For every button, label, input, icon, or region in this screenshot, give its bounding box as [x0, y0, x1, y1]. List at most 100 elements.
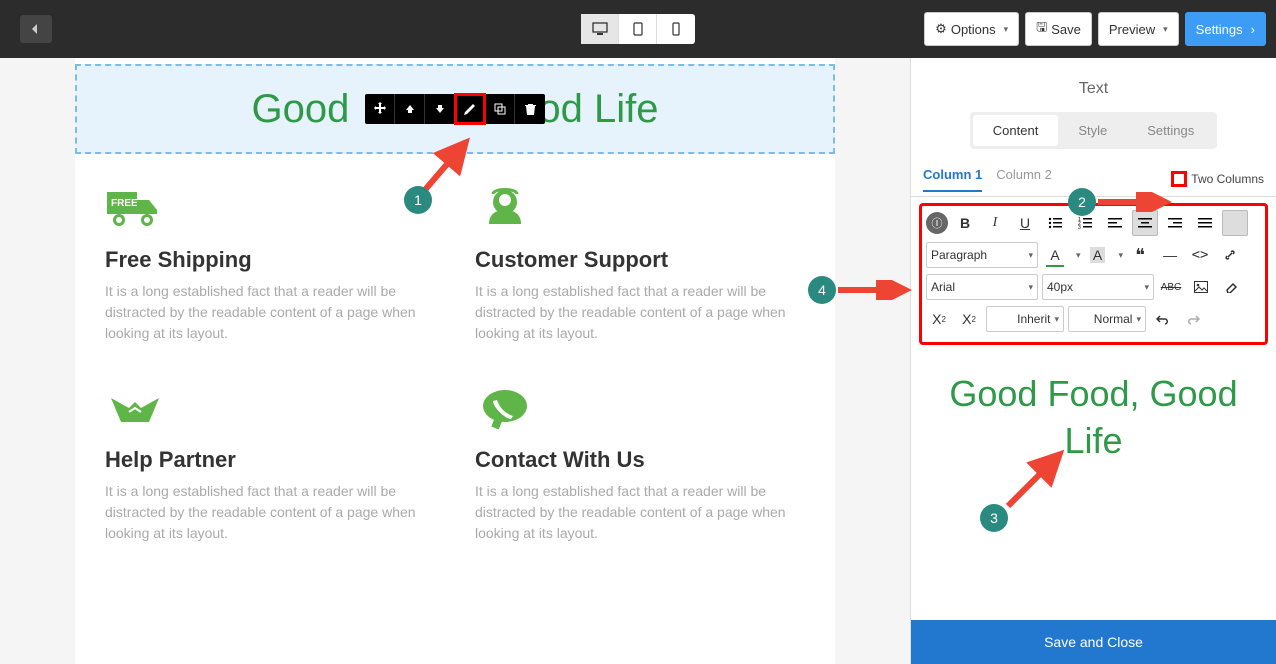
code-button[interactable]: <>: [1187, 242, 1213, 268]
redo-button[interactable]: [1180, 306, 1206, 332]
bold-button[interactable]: B: [952, 210, 978, 236]
feature-title: Customer Support: [475, 247, 805, 273]
delete-button[interactable]: [515, 94, 545, 124]
subscript-button[interactable]: X2: [926, 306, 952, 332]
topbar: ⚙ Options ▾ 🖫Save Preview ▾ Settings›: [0, 0, 1276, 58]
two-columns-checkbox[interactable]: [1171, 171, 1187, 187]
text-color-button[interactable]: A: [1042, 242, 1068, 268]
block-toolbar: [365, 94, 545, 124]
align-right-button[interactable]: [1162, 210, 1188, 236]
line-height-select[interactable]: Inherit▾: [986, 306, 1064, 332]
annotation-arrow-3: [1002, 444, 1072, 514]
feature-item: Customer Support It is a long establishe…: [475, 184, 805, 344]
clear-align-button[interactable]: [1222, 210, 1248, 236]
svg-text:3: 3: [1078, 225, 1081, 229]
preview-button[interactable]: Preview ▾: [1098, 12, 1179, 46]
tab-style[interactable]: Style: [1058, 115, 1127, 146]
superscript-button[interactable]: X2: [956, 306, 982, 332]
caret-down-icon: ▾: [1004, 24, 1009, 35]
options-label: Options: [951, 22, 996, 37]
blockquote-button[interactable]: ❝: [1127, 242, 1153, 268]
callout-2: 2: [1068, 188, 1096, 216]
highlight-color-button[interactable]: A: [1085, 242, 1111, 268]
align-left-icon: [1108, 217, 1122, 229]
back-button[interactable]: [20, 15, 52, 43]
horizontal-rule-button[interactable]: —: [1157, 242, 1183, 268]
move-icon: [373, 102, 387, 116]
caret-down-icon: ▾: [1163, 24, 1168, 35]
callout-3: 3: [980, 504, 1008, 532]
unordered-list-button[interactable]: [1042, 210, 1068, 236]
eraser-icon: [1224, 281, 1238, 293]
desktop-view-button[interactable]: [581, 14, 619, 44]
text-editor-content[interactable]: Good Food, Good Life: [911, 351, 1276, 485]
ol-icon: 123: [1078, 217, 1092, 229]
font-size-select[interactable]: 40px▾: [1042, 274, 1154, 300]
move-button[interactable]: [365, 94, 395, 124]
save-and-close-button[interactable]: Save and Close: [911, 620, 1276, 664]
arrow-left-icon: [30, 23, 42, 35]
two-columns-label: Two Columns: [1191, 172, 1264, 186]
undo-button[interactable]: [1150, 306, 1176, 332]
settings-label: Settings: [1196, 22, 1243, 37]
edit-button[interactable]: [455, 94, 485, 124]
feature-title: Free Shipping: [105, 247, 435, 273]
copy-icon: [494, 103, 506, 115]
strikethrough-button[interactable]: ABC: [1158, 274, 1184, 300]
gear-icon: ⚙: [935, 21, 947, 37]
link-button[interactable]: [1217, 242, 1243, 268]
workspace: Good Food, Go od Life FREE Free Shipping: [0, 58, 1276, 664]
move-up-button[interactable]: [395, 94, 425, 124]
align-justify-button[interactable]: [1192, 210, 1218, 236]
caret-down-icon[interactable]: ▾: [1119, 250, 1124, 261]
phone-bubble-icon: [475, 384, 535, 434]
caret-down-icon: ▾: [1028, 250, 1033, 261]
caret-down-icon: ▾: [1144, 282, 1149, 293]
save-button[interactable]: 🖫Save: [1025, 12, 1092, 46]
font-family-select[interactable]: Arial▾: [926, 274, 1038, 300]
desktop-icon: [592, 22, 608, 36]
column-1-tab[interactable]: Column 1: [923, 167, 982, 192]
tablet-view-button[interactable]: [619, 14, 657, 44]
align-center-icon: [1138, 217, 1152, 229]
options-button[interactable]: ⚙ Options ▾: [924, 12, 1019, 46]
image-icon: [1194, 281, 1208, 293]
tab-settings[interactable]: Settings: [1127, 115, 1214, 146]
two-columns-toggle[interactable]: Two Columns: [1171, 171, 1264, 187]
duplicate-button[interactable]: [485, 94, 515, 124]
block-format-select[interactable]: Paragraph▾: [926, 242, 1038, 268]
align-right-icon: [1168, 217, 1182, 229]
font-weight-select[interactable]: Normal▾: [1068, 306, 1146, 332]
tablet-icon: [632, 22, 644, 36]
mobile-view-button[interactable]: [657, 14, 695, 44]
settings-button[interactable]: Settings›: [1185, 12, 1266, 46]
italic-button[interactable]: I: [982, 210, 1008, 236]
title-part1: Good: [252, 87, 350, 131]
feature-item: Help Partner It is a long established fa…: [105, 384, 435, 544]
image-button[interactable]: [1188, 274, 1214, 300]
arrow-down-icon: [434, 103, 446, 115]
rich-text-toolbar: Ⓘ B I U 123 Paragraph▾ A ▾ A ▾ ❝ — <>: [919, 203, 1268, 345]
trash-icon: [525, 103, 536, 115]
column-tabs: Column 1 Column 2 Two Columns: [911, 161, 1276, 197]
move-down-button[interactable]: [425, 94, 455, 124]
align-left-button[interactable]: [1102, 210, 1128, 236]
feature-title: Help Partner: [105, 447, 435, 473]
tab-content[interactable]: Content: [973, 115, 1059, 146]
feature-desc: It is a long established fact that a rea…: [105, 481, 435, 544]
svg-text:FREE: FREE: [111, 198, 138, 209]
caret-down-icon[interactable]: ▾: [1076, 250, 1081, 261]
preview-label: Preview: [1109, 22, 1155, 37]
underline-button[interactable]: U: [1012, 210, 1038, 236]
panel-title: Text: [911, 58, 1276, 112]
title-part2: od Life: [538, 87, 658, 131]
feature-desc: It is a long established fact that a rea…: [475, 281, 805, 344]
align-center-button[interactable]: [1132, 210, 1158, 236]
handshake-icon: [105, 384, 165, 434]
feature-title: Contact With Us: [475, 447, 805, 473]
redo-icon: [1186, 313, 1200, 325]
column-2-tab[interactable]: Column 2: [996, 167, 1052, 190]
paste-text-button[interactable]: Ⓘ: [926, 212, 948, 234]
clear-formatting-button[interactable]: [1218, 274, 1244, 300]
annotation-arrow-2: [1096, 192, 1174, 212]
